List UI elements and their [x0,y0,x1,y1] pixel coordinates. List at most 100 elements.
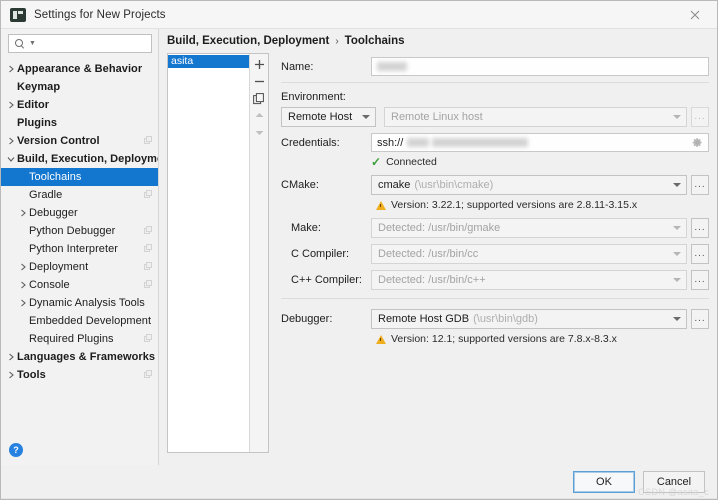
connection-status-text: Connected [386,156,437,168]
remove-toolchain-button[interactable] [251,73,268,90]
sidebar-item-label: Console [29,279,70,291]
cmake-value: cmake [378,179,411,191]
chevron-right-icon[interactable] [17,281,29,289]
chevron-down-icon: ▼ [29,40,36,47]
window-title: Settings for New Projects [34,8,166,21]
debugger-warning: Version: 12.1; supported versions are 7.… [281,333,709,345]
sidebar-item-label: Embedded Development [29,315,152,327]
sidebar-item-appearance-behavior[interactable]: Appearance & Behavior [1,60,158,78]
environment-host-value: Remote Linux host [391,111,483,123]
ok-button[interactable]: OK [573,471,635,493]
sidebar-item-editor[interactable]: Editor [1,96,158,114]
name-input[interactable] [371,57,709,76]
move-up-button[interactable] [251,107,268,124]
debugger-select[interactable]: Remote Host GDB (\usr\bin\gdb) [371,309,687,329]
sidebar-item-keymap[interactable]: Keymap [1,78,158,96]
project-scope-icon [144,244,153,253]
environment-type-select[interactable]: Remote Host [281,107,376,127]
cpp-compiler-select[interactable]: Detected: /usr/bin/c++ [371,270,687,290]
debugger-path: (\usr\bin\gdb) [473,313,538,325]
sidebar-item-label: Required Plugins [29,333,114,345]
make-select[interactable]: Detected: /usr/bin/gmake [371,218,687,238]
cancel-button[interactable]: Cancel [643,471,705,493]
project-scope-icon [144,334,153,343]
copy-toolchain-button[interactable] [251,90,268,107]
sidebar-item-build-execution-deployment[interactable]: Build, Execution, Deployment [1,150,158,168]
make-label: Make: [291,222,321,234]
make-row: Make: Detected: /usr/bin/gmake ... [281,218,709,238]
sidebar-item-languages-frameworks[interactable]: Languages & Frameworks [1,348,158,366]
environment-host-select[interactable]: Remote Linux host [384,107,687,127]
sidebar-item-required-plugins[interactable]: Required Plugins [1,330,158,348]
credentials-input[interactable]: ssh:// [371,133,709,152]
chevron-right-icon[interactable] [17,263,29,271]
add-toolchain-button[interactable] [251,56,268,73]
name-row: Name: [281,57,709,76]
sidebar-item-console[interactable]: Console [1,276,158,294]
debugger-browse-button[interactable]: ... [691,309,709,329]
sidebar-item-label: Version Control [17,135,100,147]
environment-browse-button[interactable]: ... [691,107,709,127]
cmake-row: CMake: cmake (\usr\bin\cmake) ... [281,175,709,195]
search-input[interactable] [38,37,151,50]
chevron-right-icon[interactable] [5,353,17,361]
warning-icon [376,334,386,344]
gear-icon[interactable] [692,137,703,148]
search-box[interactable]: ▼ [8,34,152,53]
chevron-right-icon[interactable] [5,65,17,73]
cmake-warning-text: Version: 3.22.1; supported versions are … [391,199,638,211]
help-icon[interactable]: ? [9,443,23,457]
c-compiler-select[interactable]: Detected: /usr/bin/cc [371,244,687,264]
breadcrumb-parent[interactable]: Build, Execution, Deployment [167,35,329,47]
chevron-down-icon [673,252,681,256]
search-icon [13,37,26,50]
cpp-compiler-value: Detected: /usr/bin/c++ [378,274,486,286]
c-compiler-browse-button[interactable]: ... [691,244,709,264]
sidebar-item-gradle[interactable]: Gradle [1,186,158,204]
toolchain-form: Name: Environment: Remote Host Remote Li… [269,53,717,465]
form-divider-1 [281,82,709,83]
chevron-down-icon[interactable] [5,156,17,163]
cpp-compiler-browse-button[interactable]: ... [691,270,709,290]
chevron-right-icon[interactable] [17,209,29,217]
chevron-right-icon[interactable] [5,371,17,379]
sidebar-item-label: Debugger [29,207,78,219]
toolchain-list-panel: asita [167,53,269,453]
toolchain-list[interactable]: asita [168,54,249,452]
sidebar-item-embedded-development[interactable]: Embedded Development [1,312,158,330]
sidebar-item-plugins[interactable]: Plugins [1,114,158,132]
sidebar-item-dynamic-analysis-tools[interactable]: Dynamic Analysis Tools [1,294,158,312]
settings-sidebar: ▼ Appearance & Behavior Keymap Editor Plugi… [1,29,159,465]
chevron-right-icon[interactable] [5,137,17,145]
make-browse-button[interactable]: ... [691,218,709,238]
chevron-down-icon [673,183,681,187]
sidebar-item-tools[interactable]: Tools [1,366,158,384]
sidebar-item-label: Languages & Frameworks [17,351,156,363]
name-label: Name: [281,60,314,73]
sidebar-item-python-debugger[interactable]: Python Debugger [1,222,158,240]
toolchains-content: asita Name: Environment: Remote Host Rem… [159,53,717,465]
breadcrumb-separator: › [335,35,339,47]
toolchain-list-toolbar [249,54,268,452]
sidebar-item-debugger[interactable]: Debugger [1,204,158,222]
sidebar-item-toolchains[interactable]: Toolchains [1,168,158,186]
list-item[interactable]: asita [168,55,249,68]
breadcrumb: Build, Execution, Deployment › Toolchain… [159,29,717,53]
environment-type-value: Remote Host [288,111,353,123]
sidebar-item-label: Plugins [17,117,58,129]
cmake-browse-button[interactable]: ... [691,175,709,195]
sidebar-item-label: Python Interpreter [29,243,118,255]
c-compiler-value: Detected: /usr/bin/cc [378,248,479,260]
sidebar-item-deployment[interactable]: Deployment [1,258,158,276]
cmake-select[interactable]: cmake (\usr\bin\cmake) [371,175,687,195]
sidebar-item-python-interpreter[interactable]: Python Interpreter [1,240,158,258]
project-scope-icon [144,226,153,235]
project-scope-icon [144,280,153,289]
close-icon[interactable] [673,1,717,28]
chevron-right-icon[interactable] [17,299,29,307]
sidebar-item-version-control[interactable]: Version Control [1,132,158,150]
settings-dialog: Settings for New Projects ▼ Appearance &… [0,0,718,500]
chevron-right-icon[interactable] [5,101,17,109]
move-down-button[interactable] [251,124,268,141]
settings-tree: Appearance & Behavior Keymap Editor Plugins… [1,59,158,435]
